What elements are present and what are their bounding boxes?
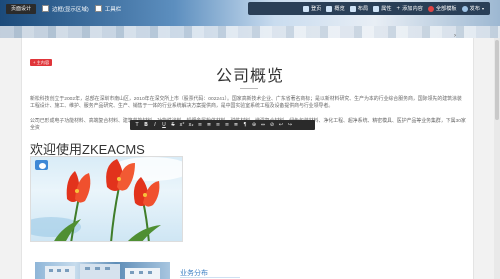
toolbar-home-label: 登页 — [310, 6, 322, 12]
toolbar-publish-label: 发布 — [469, 6, 480, 12]
redo-button[interactable]: ↪ — [287, 122, 293, 128]
toolbar-layout-button[interactable]: 布局 — [349, 5, 369, 12]
overview-icon — [326, 5, 333, 12]
banner-strip — [0, 26, 500, 38]
unlink-button[interactable]: ⊘ — [269, 122, 275, 128]
toolbar-home-button[interactable]: 登页 — [302, 5, 322, 12]
show-zones-label: 边框(显示区域) — [52, 6, 89, 13]
subscript-button[interactable]: x₂ — [188, 122, 194, 128]
align-left-button[interactable]: ≡ — [197, 122, 203, 128]
section-underline — [180, 277, 240, 278]
tulip-photo[interactable] — [30, 156, 183, 242]
italic-button[interactable]: I — [152, 122, 158, 128]
bold-button[interactable]: B — [143, 122, 149, 128]
toolbar-checkbox[interactable] — [94, 5, 102, 12]
undo-button[interactable]: ↩ — [278, 122, 284, 128]
toolbar-overview-button[interactable]: 概览 — [326, 5, 345, 12]
chevron-down-icon: ▾ — [481, 6, 484, 11]
intro-paragraph[interactable]: 新松科技创立于2002年，总部在深圳市南山区，2010年在深交所上市（股票代码：… — [30, 96, 466, 110]
toolbar-publish-button[interactable]: 发布 ▾ — [461, 5, 484, 12]
toolbar-overview-label: 概览 — [334, 6, 345, 12]
tulip-illustration — [31, 157, 182, 241]
toolbar-toggle[interactable]: 工具栏 — [94, 5, 122, 13]
paragraph-button[interactable]: ¶ — [242, 122, 248, 128]
toolbar-properties-label: 属性 — [381, 6, 392, 12]
building-photo[interactable] — [35, 262, 170, 279]
show-zones-checkbox[interactable] — [42, 5, 50, 12]
properties-icon — [373, 5, 380, 12]
page-title: 公司概览 — [215, 68, 284, 85]
insert-button[interactable]: ⊕ — [251, 122, 257, 128]
title-divider — [240, 88, 258, 89]
building-illustration — [45, 264, 160, 279]
toolbar-add-content-button[interactable]: + 添加内容 — [396, 5, 423, 13]
text-style-button[interactable]: T — [134, 122, 140, 128]
align-justify-button[interactable]: ≡ — [224, 122, 230, 128]
align-center-button[interactable]: ≣ — [206, 122, 212, 128]
plus-icon: + — [396, 5, 401, 12]
toolbar-add-content-label: 添加内容 — [402, 6, 423, 12]
rich-text-toolbar: T B I U S x² x₂ ≡ ≣ ≡ ≡ ≣ ¶ ⊕ ⇔ ⊘ ↩ ↪ — [130, 120, 315, 130]
underline-button[interactable]: U — [161, 122, 167, 128]
toolbar-templates-button[interactable]: 全部模板 — [427, 5, 457, 12]
camera-icon[interactable] — [35, 160, 48, 170]
admin-toolbar: 登页 概览 布局 属性 + 添加内容 全部模板 发布 ▾ — [248, 2, 490, 15]
user-icon — [461, 5, 468, 12]
strikethrough-button[interactable]: S — [170, 122, 176, 128]
admin-left-controls: 页面设计 边框(显示区域) 工具栏 — [0, 0, 121, 17]
home-icon — [302, 5, 309, 12]
toolbar-properties-button[interactable]: 属性 — [373, 5, 392, 12]
toolbar-toggle-label: 工具栏 — [104, 6, 122, 13]
list-button[interactable]: ≣ — [233, 122, 239, 128]
link-button[interactable]: ⇔ — [260, 122, 266, 128]
toolbar-templates-label: 全部模板 — [435, 6, 457, 12]
toolbar-layout-label: 布局 — [357, 6, 369, 12]
page-design-button[interactable]: 页面设计 — [6, 3, 37, 14]
align-right-button[interactable]: ≡ — [215, 122, 221, 128]
layout-icon — [349, 5, 356, 12]
show-zones-toggle[interactable]: 边框(显示区域) — [42, 5, 89, 13]
template-icon — [427, 5, 434, 12]
superscript-button[interactable]: x² — [179, 122, 185, 128]
